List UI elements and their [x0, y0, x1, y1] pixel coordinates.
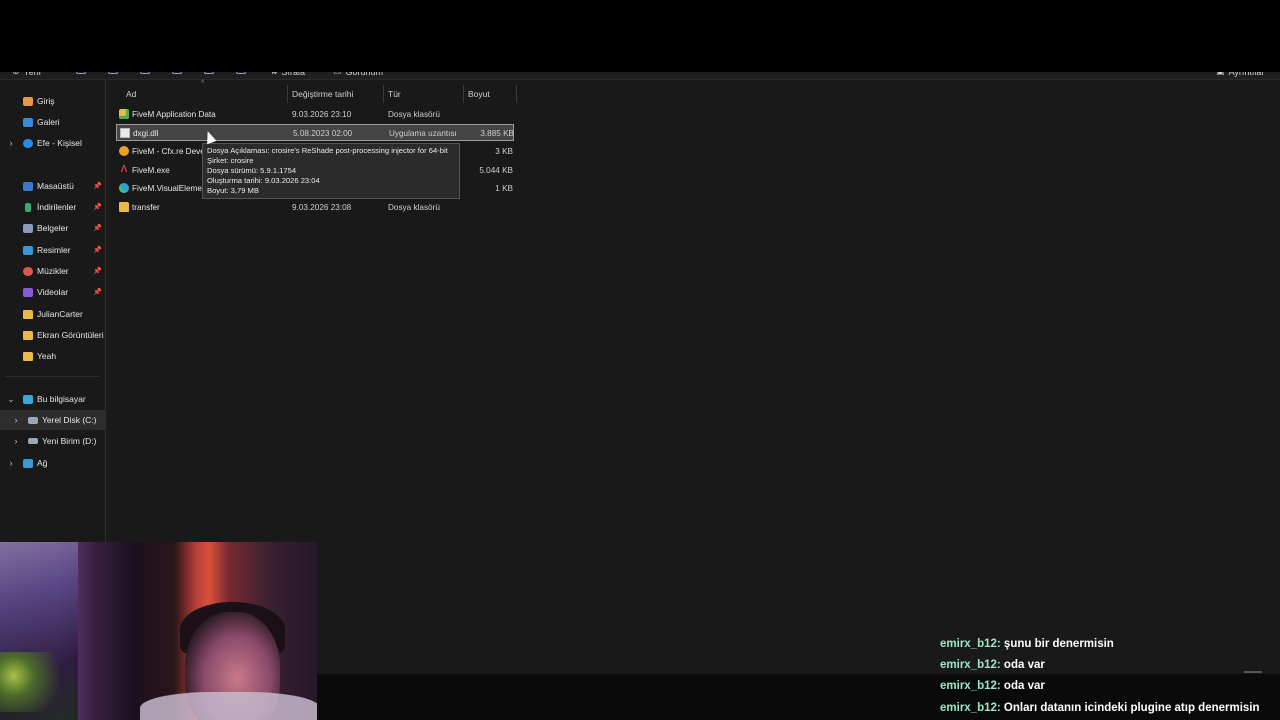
- pin-icon: 📌: [93, 289, 102, 296]
- tooltip-version: Dosya sürümü: 5.9.1.1754: [207, 166, 297, 175]
- pc-icon: [23, 394, 33, 404]
- chat-message: emirx_b12: Onları datanın icindeki plugi…: [940, 701, 1260, 714]
- column-size[interactable]: Boyut: [464, 85, 517, 103]
- folder-icon: [119, 202, 129, 212]
- nav-item-desktop[interactable]: Masaüstü 📌: [0, 176, 106, 196]
- chevron-right-icon[interactable]: ›: [7, 458, 15, 468]
- folder-icon: [23, 330, 33, 340]
- chevron-right-icon[interactable]: ›: [12, 415, 20, 425]
- folder-icon: [23, 351, 33, 361]
- chevron-down-icon[interactable]: ⌄: [7, 394, 15, 405]
- nav-item-this-pc[interactable]: ⌄ Bu bilgisayar: [0, 389, 106, 409]
- webcam-light: [0, 652, 70, 712]
- chevron-right-icon[interactable]: ›: [12, 436, 20, 446]
- file-row-dxgi-dll[interactable]: dxgi.dll 5.08.2023 02:00 Uygulama uzantı…: [116, 124, 514, 141]
- nav-item-gallery[interactable]: Galeri: [0, 112, 106, 132]
- gallery-icon: [23, 117, 33, 127]
- nav-item-juliancarter[interactable]: JulianCarter: [0, 304, 106, 324]
- nav-item-onedrive[interactable]: › Efe - Kişisel: [0, 133, 106, 153]
- download-icon: [25, 202, 31, 212]
- drive-icon: [28, 416, 38, 424]
- documents-icon: [23, 223, 33, 233]
- nav-item-documents[interactable]: Belgeler 📌: [0, 218, 106, 238]
- column-headers: ^ Ad Değiştirme tarihi Tür Boyut: [106, 80, 526, 103]
- nav-item-drive-c[interactable]: › Yerel Disk (C:): [0, 410, 106, 430]
- file-row-transfer[interactable]: transfer 9.03.2026 23:08 Dosya klasörü: [116, 199, 514, 216]
- nav-item-network[interactable]: › Ağ: [0, 453, 106, 473]
- dll-file-icon: [120, 128, 130, 138]
- fivem-exe-icon: Λ: [120, 164, 128, 175]
- nav-item-pictures[interactable]: Resimler 📌: [0, 240, 106, 260]
- drive-icon: [28, 438, 38, 444]
- music-icon: [23, 266, 33, 276]
- letterbox-bar: [0, 0, 1280, 72]
- nav-item-screenshots[interactable]: Ekran Görüntüleri: [0, 325, 106, 345]
- stream-chat: emirx_b12: şunu bir denermisin emirx_b12…: [940, 633, 1280, 718]
- nav-separator: [6, 376, 100, 377]
- tooltip-size: Boyut: 3,79 MB: [207, 186, 259, 195]
- nav-item-home[interactable]: Giriş: [0, 91, 106, 111]
- nav-item-yeah[interactable]: Yeah: [0, 346, 106, 366]
- tooltip-company: Şirket: crosire: [207, 156, 254, 165]
- pin-icon: 📌: [93, 204, 102, 211]
- network-icon: [23, 458, 33, 468]
- nav-item-music[interactable]: Müzikler 📌: [0, 261, 106, 281]
- pin-icon: 📌: [93, 247, 102, 254]
- chat-message: emirx_b12: oda var: [940, 658, 1045, 671]
- pin-icon: 📌: [93, 183, 102, 190]
- pictures-icon: [23, 245, 33, 255]
- folder-icon: [23, 309, 33, 319]
- desktop-icon: [23, 181, 33, 191]
- edge-file-icon: [119, 183, 129, 193]
- nav-item-videos[interactable]: Videolar 📌: [0, 282, 106, 302]
- column-date-modified[interactable]: Değiştirme tarihi: [288, 85, 384, 103]
- cloud-icon: [23, 138, 33, 148]
- column-name[interactable]: Ad: [122, 85, 288, 103]
- tooltip-description: Dosya Açıklaması: crosire's ReShade post…: [207, 146, 448, 155]
- home-icon: [23, 96, 33, 106]
- nav-item-downloads[interactable]: İndirilenler 📌: [0, 197, 106, 217]
- webcam-overlay: [0, 542, 317, 720]
- column-type[interactable]: Tür: [384, 85, 464, 103]
- file-row-fivem-application-data[interactable]: FiveM Application Data 9.03.2026 23:10 D…: [116, 106, 514, 123]
- chat-message: emirx_b12: oda var: [940, 680, 1045, 693]
- videos-icon: [23, 287, 33, 297]
- tooltip-created: Oluşturma tarihi: 9.03.2026 23:04: [207, 176, 320, 185]
- webcam-person-hoodie: [140, 692, 317, 720]
- chevron-right-icon[interactable]: ›: [7, 138, 15, 148]
- nav-item-drive-d[interactable]: › Yeni Birim (D:): [0, 431, 106, 451]
- pin-icon: 📌: [93, 225, 102, 232]
- chat-message: emirx_b12: şunu bir denermisin: [940, 637, 1114, 650]
- cfx-shortcut-icon: [119, 146, 129, 156]
- pin-icon: 📌: [93, 268, 102, 275]
- folder-icon: [119, 109, 129, 119]
- file-info-tooltip: Dosya Açıklaması: crosire's ReShade post…: [202, 143, 460, 199]
